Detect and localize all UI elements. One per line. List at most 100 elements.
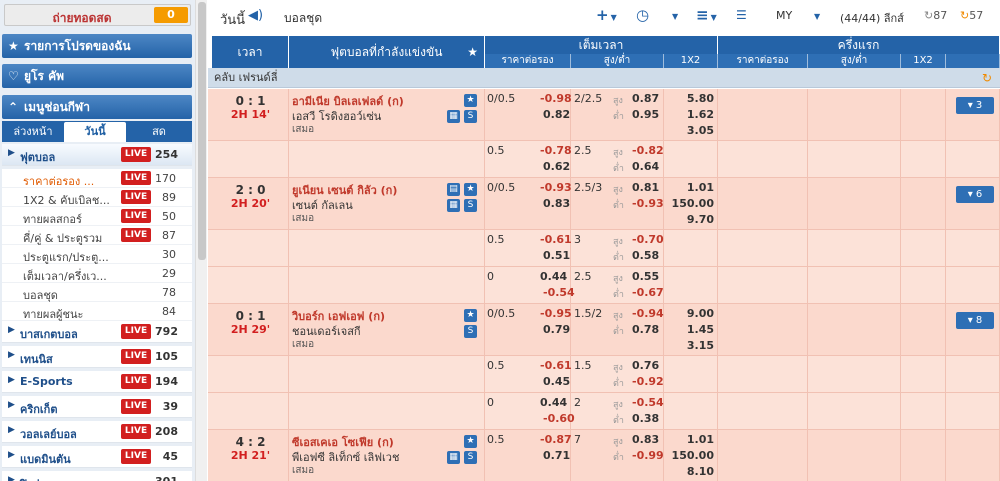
home-odds[interactable]: 0.44 [540, 396, 567, 409]
tab-today[interactable]: วันนี้ [64, 122, 126, 142]
league-count[interactable]: (44/44) ลีกส์ [840, 9, 904, 27]
speaker-icon[interactable]: ◀) [248, 8, 263, 23]
favorites-bar[interactable]: ★ รายการโปรดของฉัน [2, 34, 192, 58]
1x2-odds[interactable]: 150.00 [672, 449, 714, 462]
sidebar-item[interactable]: ▶ ปิงปอง 301 [2, 471, 192, 481]
away-odds[interactable]: -0.54 [543, 286, 575, 299]
over-odds[interactable]: -0.82 [632, 144, 664, 157]
1x2-odds[interactable]: 8.10 [687, 465, 714, 478]
away-odds[interactable]: 0.71 [543, 449, 570, 462]
away-odds[interactable]: 0.51 [543, 249, 570, 262]
euro-cup-bar[interactable]: ♡ ยูโร คัพ [2, 64, 192, 88]
under-odds[interactable]: -0.99 [632, 449, 664, 462]
home-odds[interactable]: -0.61 [540, 233, 572, 246]
over-odds[interactable]: 0.81 [632, 181, 659, 194]
under-odds[interactable]: 0.38 [632, 412, 659, 425]
sidebar-scrollbar[interactable] [195, 0, 207, 481]
clock-icon[interactable]: ◷ [636, 6, 649, 24]
more-markets-button[interactable]: ▾ 3 [956, 97, 994, 114]
home-odds[interactable]: -0.93 [540, 181, 572, 194]
add-icon[interactable]: + ▼ [596, 6, 617, 24]
favorite-star-icon[interactable]: ★ [464, 94, 477, 107]
home-odds[interactable]: -0.98 [540, 92, 572, 105]
sidebar-item[interactable]: ▶ บาสเกตบอล LIVE 792 [2, 321, 192, 343]
over-odds[interactable]: -0.94 [632, 307, 664, 320]
league-refresh-icon[interactable]: ↻ [982, 68, 992, 88]
1x2-odds[interactable]: 9.00 [687, 307, 714, 320]
sidebar-item[interactable]: ▶ ฟุตบอล LIVE 254 [2, 144, 192, 166]
away-odds[interactable]: 0.45 [543, 375, 570, 388]
1x2-odds[interactable]: 1.01 [687, 433, 714, 446]
favorite-star-icon[interactable]: ★ [464, 435, 477, 448]
away-odds[interactable]: 0.83 [543, 197, 570, 210]
1x2-odds[interactable]: 1.62 [687, 108, 714, 121]
1x2-odds[interactable]: 150.00 [672, 197, 714, 210]
stats-s-icon[interactable]: S [464, 451, 477, 464]
time-dropdown-icon[interactable]: ▼ [672, 12, 678, 21]
home-odds[interactable]: 0.44 [540, 270, 567, 283]
stats-s-icon[interactable]: S [464, 199, 477, 212]
away-odds[interactable]: 0.62 [543, 160, 570, 173]
under-odds[interactable]: -0.92 [632, 375, 664, 388]
over-odds[interactable]: 0.55 [632, 270, 659, 283]
sort-icon[interactable]: ≡ ▼ [696, 6, 717, 24]
live-stream-box[interactable]: ถ่ายทอดสด 0 [4, 4, 191, 26]
stats-icon[interactable]: ▤ [447, 183, 460, 196]
header-star-icon[interactable]: ★ [467, 36, 478, 68]
away-odds[interactable]: 0.79 [543, 323, 570, 336]
sidebar-item[interactable]: บอลชุด 78 [2, 283, 192, 302]
league-row[interactable]: คลับ เฟรนด์ลี่ ↻ [208, 68, 1000, 88]
tv-icon[interactable]: ▦ [447, 199, 460, 212]
sidebar-item[interactable]: ทายผลผู้ชนะ 84 [2, 302, 192, 321]
favorite-star-icon[interactable]: ★ [464, 309, 477, 322]
sidebar-item[interactable]: ▶ แบดมินตัน LIVE 45 [2, 446, 192, 468]
sidebar-item[interactable]: ▶ วอลเลย์บอล LIVE 208 [2, 421, 192, 443]
1x2-odds[interactable]: 5.80 [687, 92, 714, 105]
under-odds[interactable]: -0.93 [632, 197, 664, 210]
sidebar-item[interactable]: ประตูแรก/ประตู... 30 [2, 245, 192, 264]
sidebar-item[interactable]: คี่/คู่ & ประตูรวม LIVE 87 [2, 226, 192, 245]
sidebar-item[interactable]: ▶ E-Sports LIVE 194 [2, 371, 192, 393]
more-markets-button[interactable]: ▾ 8 [956, 312, 994, 329]
over-odds[interactable]: -0.70 [632, 233, 664, 246]
sidebar-item[interactable]: ▶ คริกเก็ต LIVE 39 [2, 396, 192, 418]
sidebar-item[interactable]: 1X2 & คับเบิลช... LIVE 89 [2, 188, 192, 207]
scrollbar-thumb[interactable] [198, 2, 206, 260]
under-odds[interactable]: 0.95 [632, 108, 659, 121]
tab-live[interactable]: สด [128, 122, 190, 142]
1x2-odds[interactable]: 3.05 [687, 124, 714, 137]
odds-type-dropdown-icon[interactable]: ▼ [814, 12, 820, 21]
sports-menu-bar[interactable]: ⌃ เมนูช่อนกีฬา [2, 95, 192, 119]
over-odds[interactable]: -0.54 [632, 396, 664, 409]
home-odds[interactable]: -0.61 [540, 359, 572, 372]
sidebar-item[interactable]: ราคาต่อรอง ... LIVE 170 [2, 169, 192, 188]
view-icon[interactable]: ☰ [736, 8, 747, 22]
1x2-odds[interactable]: 9.70 [687, 213, 714, 226]
sidebar-item[interactable]: ทายผลสกอร์ LIVE 50 [2, 207, 192, 226]
1x2-odds[interactable]: 1.45 [687, 323, 714, 336]
stats-s-icon[interactable]: S [464, 325, 477, 338]
home-odds[interactable]: -0.87 [540, 433, 572, 446]
under-odds[interactable]: 0.64 [632, 160, 659, 173]
favorite-star-icon[interactable]: ★ [464, 183, 477, 196]
stats-s-icon[interactable]: S [464, 110, 477, 123]
home-odds[interactable]: -0.95 [540, 307, 572, 320]
under-odds[interactable]: 0.78 [632, 323, 659, 336]
more-markets-button[interactable]: ▾ 6 [956, 186, 994, 203]
away-odds[interactable]: -0.60 [543, 412, 575, 425]
1x2-odds[interactable]: 3.15 [687, 339, 714, 352]
home-odds[interactable]: -0.78 [540, 144, 572, 157]
odds-type-select[interactable]: MY [776, 9, 792, 22]
sidebar-item[interactable]: ▶ เทนนิส LIVE 105 [2, 346, 192, 368]
1x2-odds[interactable]: 1.01 [687, 181, 714, 194]
over-odds[interactable]: 0.87 [632, 92, 659, 105]
counter-two[interactable]: ↻57 [960, 9, 983, 22]
counter-one[interactable]: ↻87 [924, 9, 947, 22]
tab-early[interactable]: ล่วงหน้า [4, 122, 62, 142]
over-odds[interactable]: 0.83 [632, 433, 659, 446]
tv-icon[interactable]: ▦ [447, 451, 460, 464]
under-odds[interactable]: -0.67 [632, 286, 664, 299]
tv-icon[interactable]: ▦ [447, 110, 460, 123]
under-odds[interactable]: 0.58 [632, 249, 659, 262]
sidebar-item[interactable]: เต็มเวลา/ครึ่งเว... 29 [2, 264, 192, 283]
